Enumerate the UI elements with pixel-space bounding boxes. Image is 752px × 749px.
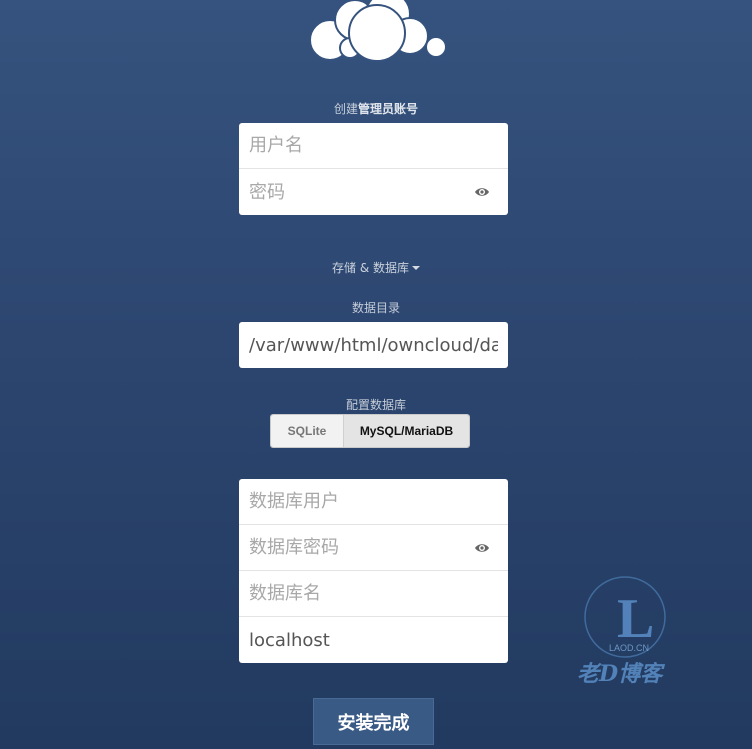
svg-text:L: L bbox=[617, 588, 654, 650]
database-credentials-group bbox=[239, 479, 508, 663]
db-host-input[interactable] bbox=[239, 617, 508, 663]
admin-section-label: 创建管理员账号 bbox=[0, 100, 752, 117]
password-input[interactable] bbox=[239, 169, 508, 215]
data-dir-field-row bbox=[239, 322, 508, 368]
db-user-input[interactable] bbox=[239, 479, 508, 524]
db-name-field-row bbox=[239, 571, 508, 617]
storage-database-toggle[interactable]: 存储 & 数据库 bbox=[0, 259, 752, 276]
data-dir-group bbox=[239, 322, 508, 368]
watermark-text: 老D博客 bbox=[577, 661, 665, 687]
admin-account-group bbox=[239, 123, 508, 215]
config-db-label: 配置数据库 bbox=[345, 398, 406, 412]
db-host-field-row bbox=[239, 617, 508, 663]
db-user-field-row bbox=[239, 479, 508, 525]
data-dir-label: 数据目录 bbox=[351, 301, 400, 315]
watermark-logo: L LAOD.CN 老D博客 bbox=[577, 576, 666, 687]
sqlite-option[interactable]: SQLite bbox=[271, 415, 344, 447]
username-input[interactable] bbox=[239, 123, 508, 168]
admin-label-prefix: 创建 bbox=[333, 102, 358, 116]
show-password-icon[interactable] bbox=[474, 186, 490, 198]
db-password-field-row bbox=[239, 525, 508, 571]
username-field-row bbox=[239, 123, 508, 169]
password-field-row bbox=[239, 169, 508, 215]
data-dir-input[interactable] bbox=[239, 322, 508, 368]
mysql-mariadb-option[interactable]: MySQL/MariaDB bbox=[344, 415, 469, 447]
caret-down-icon bbox=[412, 265, 420, 270]
database-type-switch: SQLite MySQL/MariaDB bbox=[270, 414, 470, 448]
show-db-password-icon[interactable] bbox=[474, 542, 490, 554]
db-name-input[interactable] bbox=[239, 571, 508, 616]
install-finish-button[interactable]: 安装完成 bbox=[313, 698, 434, 745]
owncloud-logo bbox=[309, 0, 447, 62]
admin-label-bold: 管理员账号 bbox=[358, 102, 419, 116]
db-password-input[interactable] bbox=[239, 525, 508, 570]
storage-toggle-label: 存储 & 数据库 bbox=[332, 261, 409, 275]
watermark-site-text: LAOD.CN bbox=[609, 643, 649, 653]
